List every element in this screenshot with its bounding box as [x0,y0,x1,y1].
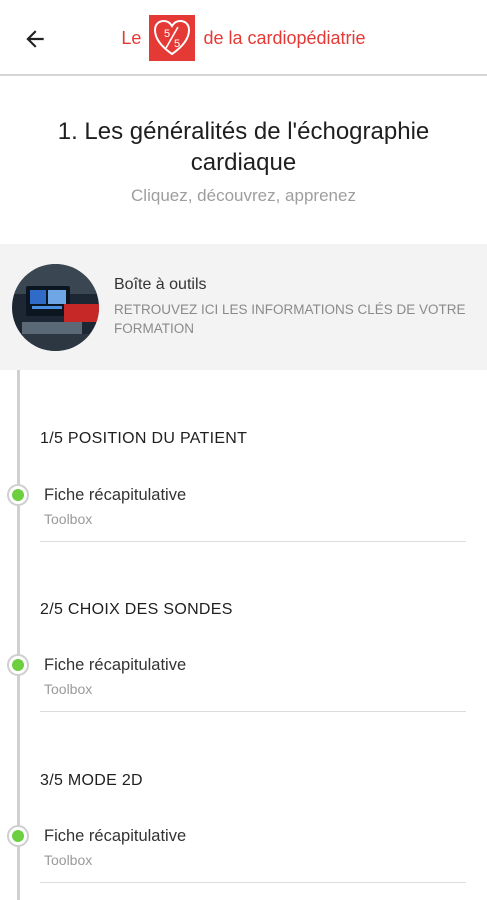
status-dot [12,830,24,842]
toolbox-subtitle: RETROUVEZ ICI LES INFORMATIONS CLÉS DE V… [114,302,466,336]
status-dot [12,489,24,501]
check-dot-icon [7,825,29,847]
item-label: Fiche récapitulative [44,656,187,674]
item-subtitle: Toolbox [44,852,93,868]
check-dot-icon [7,654,29,676]
toolbox-card[interactable]: Boîte à outils RETROUVEZ ICI LES INFORMA… [0,244,487,370]
item-subtitle: Toolbox [44,681,93,697]
section-title: 1/5 POSITION DU PATIENT [40,430,248,447]
item-label: Fiche récapitulative [44,486,187,504]
toolbox-avatar [12,263,99,351]
timeline-line [17,370,20,900]
list-item[interactable]: Fiche récapitulative Toolbox [40,486,466,542]
heart-logo-icon: 5 5 [149,15,196,61]
page-subtitle: Cliquez, découvrez, apprenez [131,186,356,205]
item-label: Fiche récapitulative [44,827,187,845]
page-title: 1. Les généralités de l'échographie card… [57,118,430,176]
brand-suffix: de la cardiopédiatrie [203,27,366,48]
logo-text-bottom: 5 [174,38,180,50]
brand-prefix: Le [121,27,142,48]
section-title: 3/5 MODE 2D [40,772,143,789]
section-title: 2/5 CHOIX DES SONDES [40,601,233,618]
status-dot [12,659,24,671]
toolbox-title: Boîte à outils [114,276,207,293]
logo-text-top: 5 [164,28,170,40]
brand-logo: Le 5 5 de la cardiopédiatrie [0,15,487,61]
app-bar: Le 5 5 de la cardiopédiatrie [0,0,487,76]
item-subtitle: Toolbox [44,511,93,527]
list-item[interactable]: Fiche récapitulative Toolbox [40,827,466,883]
list-item[interactable]: Fiche récapitulative Toolbox [40,656,466,712]
page-heading: 1. Les généralités de l'échographie card… [0,116,487,206]
check-dot-icon [7,484,29,506]
ultrasound-machine-image [12,263,99,351]
